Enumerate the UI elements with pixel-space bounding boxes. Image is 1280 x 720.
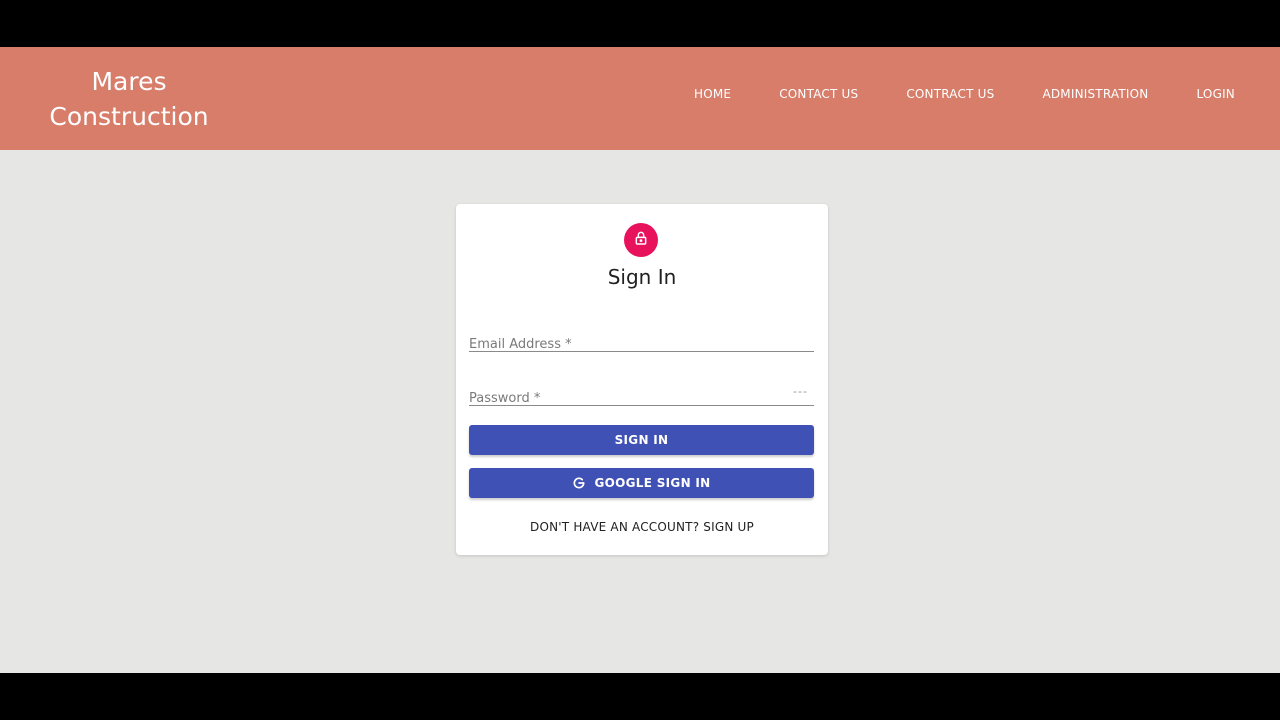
navbar: Mares Construction HOME CONTACT US CONTR… [0,47,1280,150]
app-root: Mares Construction HOME CONTACT US CONTR… [0,47,1280,673]
sign-in-button-label: SIGN IN [614,433,669,447]
email-field-container [469,321,814,359]
nav-item-contract-us[interactable]: CONTRACT US [906,87,994,101]
brand-logo[interactable]: Mares Construction [44,64,214,134]
lock-icon [633,230,649,251]
google-sign-in-label: GOOGLE SIGN IN [594,476,711,490]
sign-up-link[interactable]: DON'T HAVE AN ACCOUNT? SIGN UP [456,520,828,534]
signin-card: Sign In --- SIGN IN GOOGLE SIGN IN DON'T… [456,204,828,555]
nav-links: HOME CONTACT US CONTRACT US ADMINISTRATI… [694,87,1235,101]
letterbox-top [0,0,1280,47]
brand-line-2: Construction [49,102,209,131]
password-input[interactable] [469,375,814,413]
page-title: Sign In [607,265,677,289]
brand-line-1: Mares [91,67,167,96]
sign-in-button[interactable]: SIGN IN [469,425,814,455]
nav-item-contact-us[interactable]: CONTACT US [779,87,858,101]
password-visibility-toggle[interactable]: --- [793,384,808,398]
google-icon [572,476,586,490]
nav-item-administration[interactable]: ADMINISTRATION [1042,87,1148,101]
nav-item-login[interactable]: LOGIN [1196,87,1235,101]
nav-item-home[interactable]: HOME [694,87,731,101]
lock-avatar [624,223,658,257]
email-input[interactable] [469,321,814,359]
letterbox-bottom [0,673,1280,720]
google-sign-in-button[interactable]: GOOGLE SIGN IN [469,468,814,498]
password-field-container: --- [469,375,814,413]
